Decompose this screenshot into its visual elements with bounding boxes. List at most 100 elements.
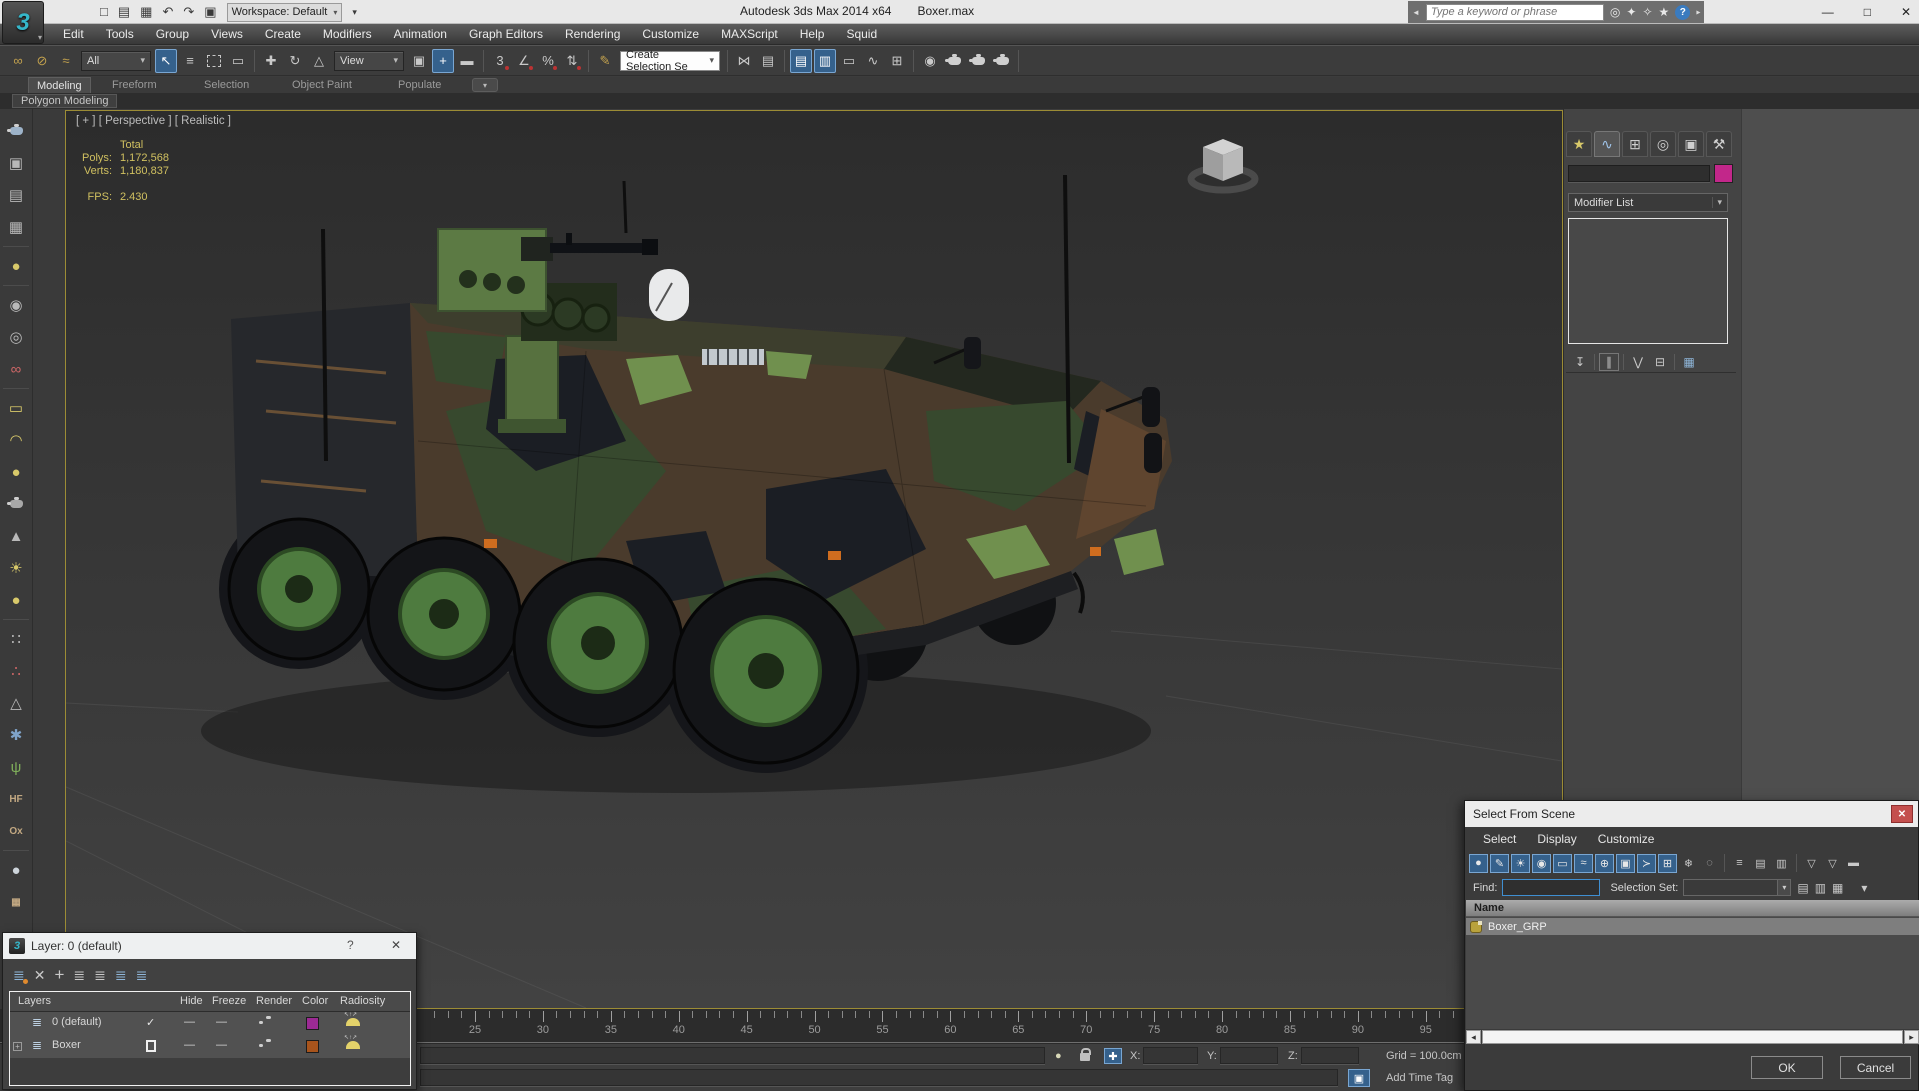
object-name-field[interactable]: [1568, 165, 1710, 182]
hide-toggle[interactable]: —: [184, 1016, 195, 1028]
select-and-manipulate-button[interactable]: +: [432, 48, 454, 73]
render-teapot-icon[interactable]: [2, 117, 30, 145]
spinner-snap-toggle[interactable]: ⇅: [561, 49, 583, 73]
menu-views[interactable]: Views: [200, 27, 254, 41]
close-button[interactable]: ✕: [1901, 5, 1911, 19]
window-crossing-toggle[interactable]: ▭: [227, 49, 249, 73]
menu-modifiers[interactable]: Modifiers: [312, 27, 383, 41]
viewcube[interactable]: [1187, 139, 1259, 194]
ribbon-tab-populate[interactable]: Populate: [390, 77, 449, 93]
layer-dialog-close-icon[interactable]: ✕: [391, 938, 401, 952]
display-frozen-icon[interactable]: ❄: [1679, 854, 1698, 873]
tab-create[interactable]: ★: [1566, 131, 1592, 157]
radiosity-icon[interactable]: [344, 1011, 360, 1026]
menu-group[interactable]: Group: [145, 27, 200, 41]
highlight-layer-icon[interactable]: ≣: [136, 967, 148, 984]
percent-snap-toggle[interactable]: %: [537, 49, 559, 73]
menu-customize[interactable]: Customize: [1598, 832, 1655, 846]
select-and-move-button[interactable]: ✚: [260, 49, 282, 73]
render-setup-button[interactable]: [943, 49, 965, 73]
grass-object-icon[interactable]: ψ: [2, 753, 30, 781]
ribbon-tab-modeling[interactable]: Modeling: [28, 77, 91, 93]
camera-icon[interactable]: ◉: [2, 291, 30, 319]
col-hide[interactable]: Hide: [180, 995, 203, 1007]
unlink-selection-icon[interactable]: ⊘: [31, 49, 53, 73]
scene-explorer-button[interactable]: ▥: [814, 48, 836, 73]
tab-display[interactable]: ▣: [1678, 131, 1704, 157]
keyboard-shortcut-override-toggle[interactable]: ▬: [456, 49, 478, 73]
display-xrefs-icon[interactable]: ▣: [1616, 853, 1635, 873]
maxscript-bulb-icon[interactable]: ●: [1055, 1050, 1062, 1062]
help-icon[interactable]: ?: [1675, 4, 1691, 20]
wire-teapot-icon[interactable]: [2, 490, 30, 518]
menu-customize[interactable]: Customize: [631, 27, 710, 41]
freeze-toggle[interactable]: —: [216, 1039, 227, 1051]
perspective-viewport[interactable]: [ + ] [ Perspective ] [ Realistic ] Tota…: [65, 110, 1563, 1009]
modifier-stack-list[interactable]: [1568, 218, 1728, 344]
new-file-button[interactable]: □: [100, 2, 108, 22]
list-view-icon[interactable]: ≡: [1730, 854, 1749, 873]
selection-filter-dropdown[interactable]: All ▾: [81, 50, 151, 71]
camera-sphere-icon[interactable]: ◎: [2, 323, 30, 351]
col-color[interactable]: Color: [302, 995, 328, 1007]
pin-stack-button[interactable]: ↧: [1570, 353, 1590, 371]
rendered-frame-window-button[interactable]: [967, 49, 989, 73]
infocenter-collapse-icon[interactable]: ◄: [1412, 8, 1420, 17]
layer-color-swatch[interactable]: [306, 1040, 319, 1053]
rock-object-icon[interactable]: ✱: [2, 721, 30, 749]
layer-dialog-help-button[interactable]: ?: [347, 938, 354, 952]
cone-icon[interactable]: ▲: [2, 522, 30, 550]
edit-named-selection-sets-button[interactable]: ✎: [594, 49, 616, 73]
tab-modify[interactable]: ∿: [1594, 131, 1620, 157]
menu-edit[interactable]: Edit: [52, 27, 95, 41]
delete-layer-icon[interactable]: ✕: [34, 967, 46, 984]
angle-snap-toggle[interactable]: ∠: [513, 49, 535, 73]
filter-funnel-icon[interactable]: ▽: [1802, 854, 1821, 873]
menu-squid[interactable]: Squid: [835, 27, 888, 41]
stereo-glasses-icon[interactable]: ∞: [2, 355, 30, 383]
show-end-result-button[interactable]: ∥: [1599, 352, 1619, 371]
layer-color-swatch[interactable]: [306, 1017, 319, 1030]
help-dropdown-icon[interactable]: ▾: [1694, 10, 1703, 14]
ribbon-tab-freeform[interactable]: Freeform: [104, 77, 165, 93]
sphere-light-icon[interactable]: ●: [2, 586, 30, 614]
disc-light-icon[interactable]: ●: [2, 458, 30, 486]
dome-light-icon[interactable]: ◠: [2, 426, 30, 454]
ribbon-tab-selection[interactable]: Selection: [196, 77, 257, 93]
selection-set-dropdown[interactable]: ▾: [1683, 879, 1792, 896]
select-and-rotate-button[interactable]: ↻: [284, 49, 306, 73]
light-lister-icon[interactable]: ●: [2, 252, 30, 280]
rendered-image-icon[interactable]: ▣: [2, 149, 30, 177]
open-file-button[interactable]: ▤: [118, 2, 130, 22]
named-selection-sets-dropdown[interactable]: Create Selection Se ▾: [620, 49, 720, 73]
display-lights-icon[interactable]: ☀: [1511, 853, 1530, 873]
set-current-layer-box[interactable]: [146, 1040, 156, 1052]
find-input[interactable]: [1502, 879, 1601, 896]
snaps-toggle-3d[interactable]: 3: [489, 49, 511, 73]
expand-options-icon[interactable]: ▾: [1861, 881, 1867, 895]
select-and-link-icon[interactable]: ∞: [7, 49, 29, 73]
horizontal-scrollbar[interactable]: ◂ ▸: [1466, 1029, 1919, 1045]
add-time-tag-label[interactable]: Add Time Tag: [1386, 1072, 1453, 1084]
tab-utilities[interactable]: ⚒: [1706, 131, 1732, 157]
list-item-boxer-grp[interactable]: Boxer_GRP: [1466, 918, 1919, 935]
display-cameras-icon[interactable]: ◉: [1532, 853, 1551, 873]
freeze-toggle[interactable]: —: [216, 1016, 227, 1028]
set-current-layer-icon[interactable]: ≣: [94, 967, 106, 984]
display-groups-icon[interactable]: ⊕: [1595, 853, 1614, 873]
remove-modifier-button[interactable]: ⊟: [1650, 353, 1670, 371]
display-hidden-icon[interactable]: ◌: [1700, 854, 1719, 873]
layer-name[interactable]: Boxer: [52, 1039, 81, 1051]
graphite-ribbon-toggle[interactable]: ▭: [838, 49, 860, 73]
schematic-view-button[interactable]: ⊞: [886, 49, 908, 73]
col-render[interactable]: Render: [256, 995, 292, 1007]
align-button[interactable]: ▤: [757, 49, 779, 73]
current-layer-check-icon[interactable]: ✓: [146, 1016, 155, 1029]
col-radiosity[interactable]: Radiosity: [340, 995, 385, 1007]
material-palette-icon[interactable]: ▦: [2, 888, 30, 916]
menu-animation[interactable]: Animation: [383, 27, 458, 41]
curve-editor-button[interactable]: ∿: [862, 49, 884, 73]
name-column-header[interactable]: Name: [1466, 900, 1919, 917]
menu-tools[interactable]: Tools: [95, 27, 145, 41]
menu-create[interactable]: Create: [254, 27, 312, 41]
